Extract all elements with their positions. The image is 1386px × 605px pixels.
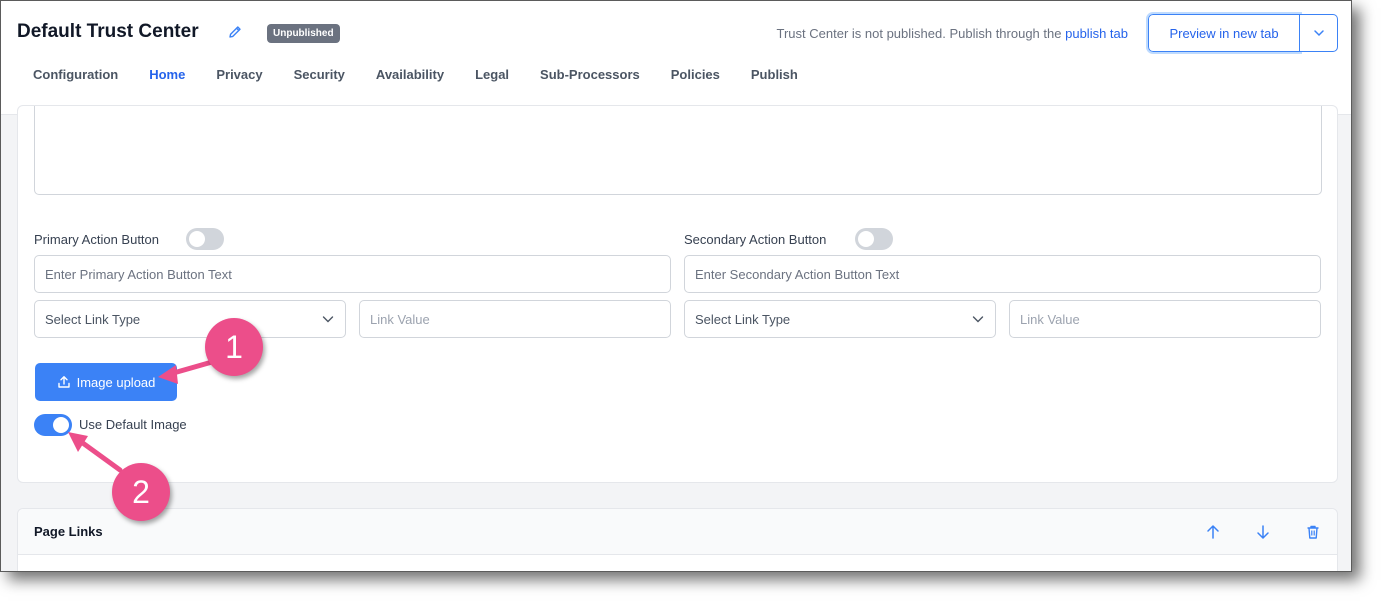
- image-upload-label: Image upload: [76, 374, 156, 390]
- tab-sub-processors[interactable]: Sub-Processors: [540, 67, 640, 82]
- default-image-toggle[interactable]: [34, 414, 72, 436]
- tab-privacy[interactable]: Privacy: [216, 67, 262, 82]
- home-settings-card: Primary Action Button Secondary Action B…: [17, 105, 1338, 483]
- preview-button[interactable]: Preview in new tab: [1146, 12, 1302, 54]
- callout-2: 2: [112, 463, 170, 521]
- secondary-action-text-input[interactable]: [684, 255, 1321, 293]
- secondary-link-type-value: Select Link Type: [695, 311, 791, 327]
- secondary-action-toggle[interactable]: [855, 228, 893, 250]
- arrow-down-icon[interactable]: [1254, 523, 1272, 541]
- page-title: Default Trust Center: [17, 21, 199, 42]
- app-window: Default Trust Center Unpublished Trust C…: [0, 0, 1352, 572]
- primary-link-type-value: Select Link Type: [45, 311, 141, 327]
- chevron-down-icon: [972, 316, 984, 323]
- callout-1: 1: [205, 318, 263, 376]
- tab-policies[interactable]: Policies: [671, 67, 720, 82]
- secondary-action-label: Secondary Action Button: [684, 232, 827, 247]
- secondary-link-value-input[interactable]: [1009, 300, 1321, 338]
- description-textarea[interactable]: [34, 106, 1322, 195]
- tab-configuration[interactable]: Configuration: [33, 67, 118, 82]
- page-header: Default Trust Center Unpublished Trust C…: [1, 1, 1351, 115]
- primary-action-label: Primary Action Button: [34, 232, 159, 247]
- primary-link-type-select[interactable]: Select Link Type: [34, 300, 346, 338]
- tab-publish[interactable]: Publish: [751, 67, 798, 82]
- upload-icon: [57, 376, 70, 388]
- trash-icon[interactable]: [1304, 523, 1322, 541]
- page-links-title: Page Links: [34, 524, 103, 539]
- page-links-section: Page Links: [17, 508, 1338, 571]
- tab-legal[interactable]: Legal: [475, 67, 509, 82]
- image-upload-button[interactable]: Image upload: [35, 363, 177, 401]
- primary-action-toggle[interactable]: [186, 228, 224, 250]
- chevron-down-icon: [322, 316, 334, 323]
- tab-availability[interactable]: Availability: [376, 67, 444, 82]
- preview-dropdown-button[interactable]: [1300, 14, 1338, 52]
- arrow-up-icon[interactable]: [1204, 523, 1222, 541]
- chevron-down-icon: [1313, 30, 1324, 37]
- publish-note: Trust Center is not published. Publish t…: [777, 26, 1128, 41]
- primary-link-value-input[interactable]: [359, 300, 671, 338]
- primary-action-text-input[interactable]: [34, 255, 671, 293]
- tab-bar: Configuration Home Privacy Security Avai…: [33, 67, 829, 82]
- publish-note-text: Trust Center is not published. Publish t…: [776, 26, 1062, 41]
- status-badge: Unpublished: [267, 24, 340, 43]
- secondary-link-type-select[interactable]: Select Link Type: [684, 300, 996, 338]
- pencil-icon[interactable]: [227, 24, 243, 40]
- publish-tab-link[interactable]: publish tab: [1065, 26, 1128, 41]
- default-image-label: Use Default Image: [79, 417, 187, 432]
- tab-home[interactable]: Home: [149, 67, 185, 82]
- page-links-header: Page Links: [18, 509, 1337, 555]
- tab-security[interactable]: Security: [294, 67, 345, 82]
